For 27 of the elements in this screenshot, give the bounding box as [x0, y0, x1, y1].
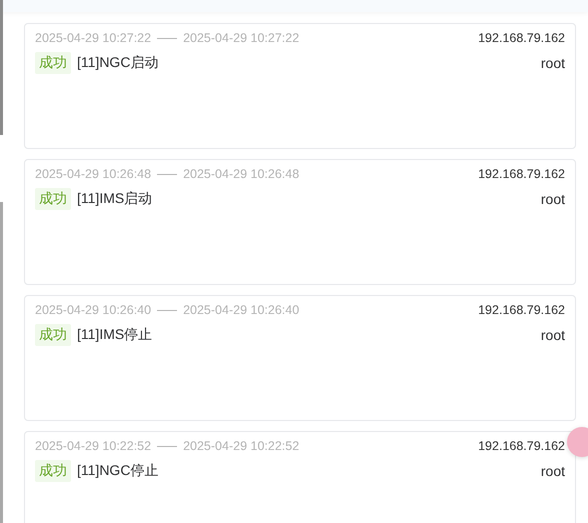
log-message: [11]IMS启动 — [77, 190, 152, 208]
translate-icon[interactable] — [567, 427, 588, 457]
status-tag: 成功 — [35, 324, 71, 346]
ip-address: 192.168.79.162 — [478, 303, 565, 317]
ip-address: 192.168.79.162 — [478, 31, 565, 45]
start-time: 2025-04-29 10:26:40 — [35, 303, 152, 317]
status-tag: 成功 — [35, 460, 71, 482]
user-name: root — [540, 327, 565, 343]
user-name: root — [540, 55, 565, 71]
status-tag: 成功 — [35, 188, 71, 210]
end-time: 2025-04-29 10:26:48 — [183, 167, 300, 181]
end-time: 2025-04-29 10:22:52 — [183, 439, 300, 453]
end-time: 2025-04-29 10:27:22 — [183, 31, 300, 45]
scrollbar-thumb[interactable] — [0, 0, 3, 135]
status-tag: 成功 — [35, 52, 71, 74]
start-time: 2025-04-29 10:26:48 — [35, 167, 152, 181]
log-message: [11]NGC启动 — [77, 54, 158, 72]
start-time: 2025-04-29 10:22:52 — [35, 439, 152, 453]
start-time: 2025-04-29 10:27:22 — [35, 31, 152, 45]
ip-address: 192.168.79.162 — [478, 439, 565, 453]
log-message: [11]NGC停止 — [77, 462, 158, 480]
user-name: root — [540, 463, 565, 479]
user-name: root — [540, 191, 565, 207]
scrollbar-thumb[interactable] — [0, 202, 3, 523]
log-message: [11]IMS停止 — [77, 326, 152, 344]
ip-address: 192.168.79.162 — [478, 167, 565, 181]
end-time: 2025-04-29 10:26:40 — [183, 303, 300, 317]
